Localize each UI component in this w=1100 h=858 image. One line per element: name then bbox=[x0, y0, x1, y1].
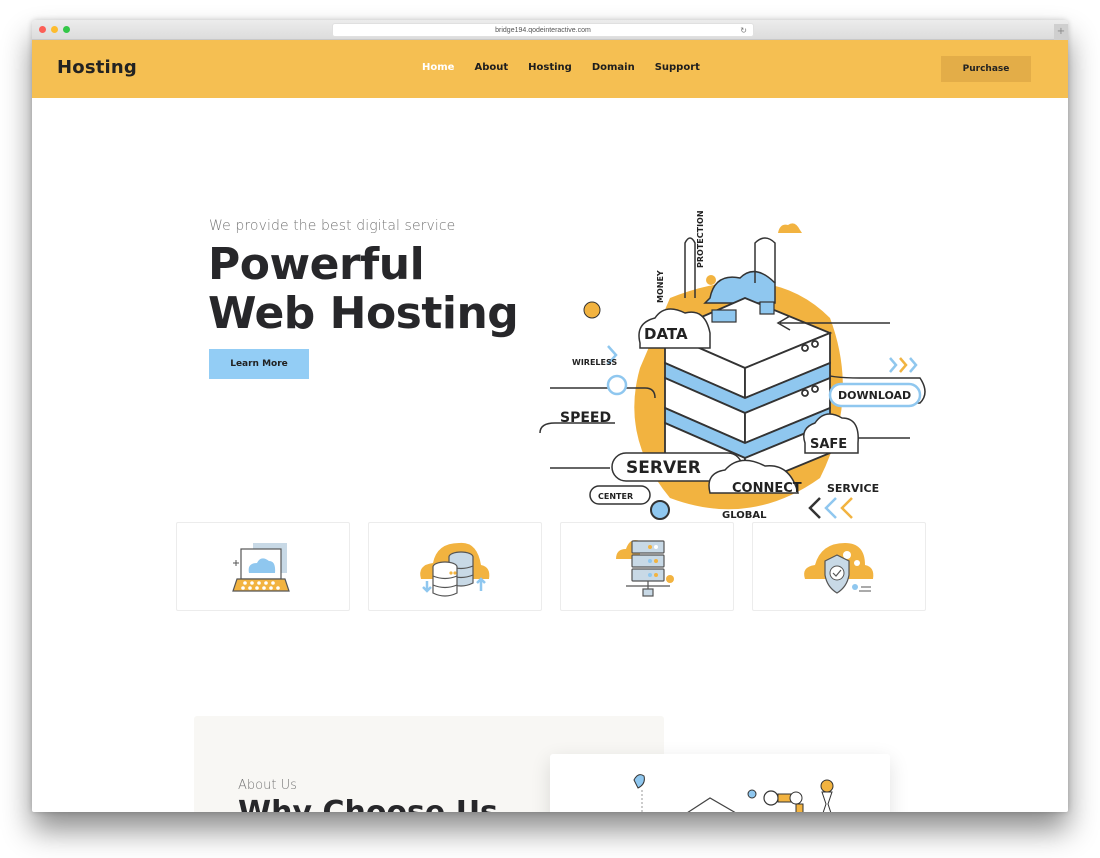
nav-home[interactable]: Home bbox=[422, 62, 454, 73]
window-controls bbox=[39, 26, 70, 33]
feature-card[interactable] bbox=[752, 522, 926, 611]
server-rack-icon bbox=[616, 539, 674, 597]
illus-label-protection: PROTECTION bbox=[696, 210, 705, 268]
hero-title-line2: Web Hosting bbox=[208, 288, 519, 339]
nav-domain[interactable]: Domain bbox=[592, 62, 635, 73]
shield-check-icon bbox=[804, 542, 874, 594]
hero-title-line1: Powerful bbox=[208, 239, 425, 290]
learn-more-button[interactable]: Learn More bbox=[209, 349, 309, 379]
browser-chrome: bridge194.qodeinteractive.com ↻ + bbox=[32, 20, 1068, 40]
illus-label-download: DOWNLOAD bbox=[838, 389, 911, 402]
nav-support[interactable]: Support bbox=[655, 62, 700, 73]
about-label: About Us bbox=[238, 778, 297, 793]
illus-chevrons-left bbox=[808, 497, 853, 519]
address-bar-url: bridge194.qodeinteractive.com bbox=[495, 27, 591, 34]
feature-cards bbox=[176, 522, 926, 611]
about-title: Why Choose Us bbox=[238, 795, 498, 812]
illus-label-server: SERVER bbox=[626, 458, 701, 478]
purchase-button[interactable]: Purchase bbox=[941, 56, 1031, 82]
about-illustration-card bbox=[550, 754, 890, 812]
hero-title: Powerful Web Hosting bbox=[208, 239, 519, 339]
illus-label-connect: CONNECT bbox=[732, 481, 802, 496]
illus-label-money: MONEY bbox=[656, 270, 665, 303]
browser-window: bridge194.qodeinteractive.com ↻ + Hostin… bbox=[32, 20, 1068, 812]
site-header: Hosting Home About Hosting Domain Suppor… bbox=[32, 40, 1068, 98]
hero-section: We provide the best digital service Powe… bbox=[32, 98, 1068, 521]
illus-chat-bubble bbox=[711, 309, 737, 323]
reload-icon[interactable]: ↻ bbox=[740, 24, 747, 37]
illus-label-service: SERVICE bbox=[827, 482, 879, 495]
minimize-window-button[interactable] bbox=[51, 26, 58, 33]
robot-arm-illustration bbox=[633, 774, 834, 812]
hero-subtitle: We provide the best digital service bbox=[209, 218, 456, 234]
illus-label-speed: SPEED bbox=[560, 410, 611, 426]
nav-hosting[interactable]: Hosting bbox=[528, 62, 572, 73]
close-window-button[interactable] bbox=[39, 26, 46, 33]
illus-orange-circle bbox=[583, 301, 601, 319]
nav-about[interactable]: About bbox=[474, 62, 508, 73]
illus-label-wireless: WIRELESS bbox=[572, 358, 617, 367]
feature-card[interactable] bbox=[368, 522, 542, 611]
illus-clock-icon bbox=[606, 374, 628, 396]
illus-orange-cloud bbox=[778, 223, 802, 233]
illus-blue-cloud bbox=[703, 270, 776, 304]
illus-orange-circle bbox=[706, 275, 716, 285]
illus-label-data: DATA bbox=[644, 325, 688, 343]
illus-check-box bbox=[759, 301, 775, 315]
new-tab-button[interactable]: + bbox=[1054, 24, 1068, 40]
maximize-window-button[interactable] bbox=[63, 26, 70, 33]
database-cloud-icon bbox=[420, 542, 490, 597]
illus-label-center: CENTER bbox=[598, 492, 633, 501]
feature-card[interactable] bbox=[560, 522, 734, 611]
laptop-cloud-icon bbox=[232, 542, 290, 592]
main-nav: Home About Hosting Domain Support bbox=[422, 62, 720, 73]
illus-label-safe: SAFE bbox=[810, 437, 847, 452]
illus-globe-icon bbox=[650, 500, 670, 520]
feature-card[interactable] bbox=[176, 522, 350, 611]
hosting-illustration: DATA MONEY PROTECTION WIRELESS SPEED DOW… bbox=[539, 210, 926, 521]
site-logo[interactable]: Hosting bbox=[57, 57, 137, 78]
illus-label-global: GLOBAL bbox=[722, 510, 767, 521]
address-bar[interactable]: bridge194.qodeinteractive.com ↻ bbox=[332, 23, 754, 37]
